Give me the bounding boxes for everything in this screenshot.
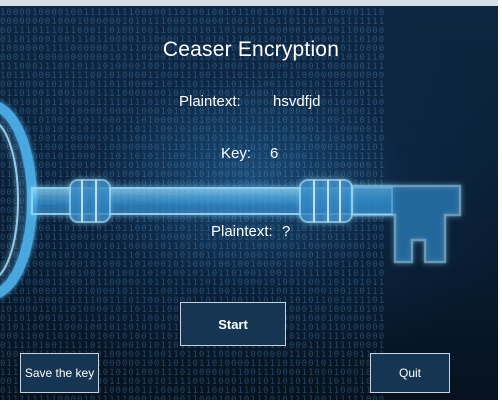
key-label: Key: bbox=[221, 145, 252, 162]
result-value: ? bbox=[282, 223, 291, 240]
plaintext-label: Plaintext: bbox=[179, 93, 241, 110]
start-button[interactable]: Start bbox=[180, 302, 286, 346]
save-key-button[interactable]: Save the key bbox=[20, 353, 99, 393]
quit-button[interactable]: Quit bbox=[370, 353, 450, 393]
key-value: 6 bbox=[270, 145, 279, 162]
window-frame-top bbox=[0, 0, 502, 6]
plaintext-value: hsvdfjd bbox=[273, 93, 321, 110]
caesar-window: 0100010110011000101000110010011001001001… bbox=[0, 0, 502, 403]
page-title: Ceaser Encryption bbox=[162, 38, 340, 61]
result-label: Plaintext: bbox=[211, 223, 273, 240]
